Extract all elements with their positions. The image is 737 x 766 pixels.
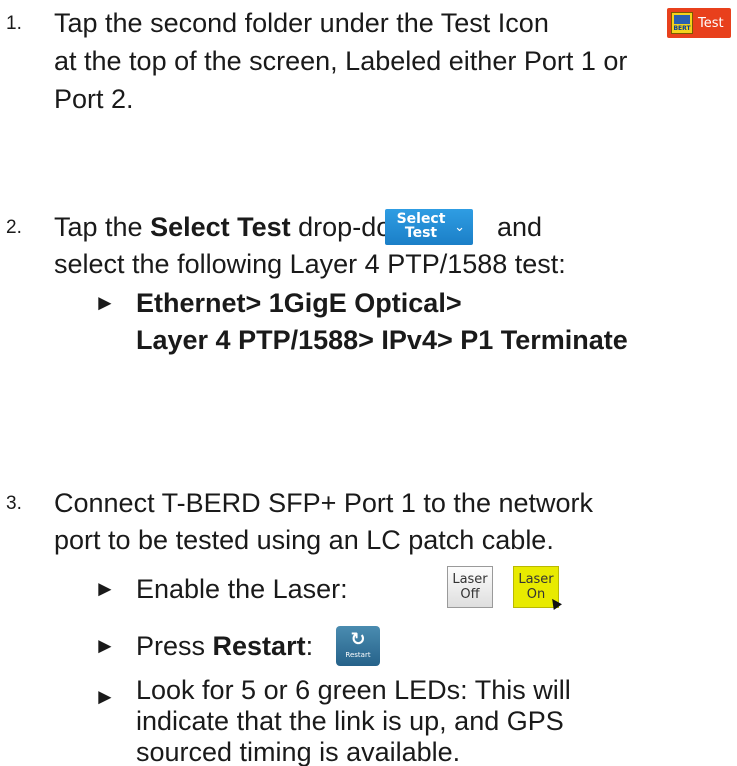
bullet-arrow-icon: ► xyxy=(94,684,116,709)
step-1-line-1: Tap the second folder under the Test Ico… xyxy=(54,8,549,38)
step-3-number: 3. xyxy=(6,493,22,514)
bullet-arrow-icon: ► xyxy=(94,576,116,601)
step-1-line-2: at the top of the screen, Labeled either… xyxy=(54,46,628,76)
press-restart-text: Press Restart: xyxy=(136,631,314,661)
step-3-line-1: Connect T-BERD SFP+ Port 1 to the networ… xyxy=(54,488,593,518)
laser-off-button[interactable]: Laser Off xyxy=(447,566,493,608)
chevron-down-icon: ⌄ xyxy=(454,220,465,235)
step-1-number: 1. xyxy=(6,13,22,34)
select-test-dropdown[interactable]: Select Test ⌄ xyxy=(385,209,473,245)
test-path-line-2: Layer 4 PTP/1588> IPv4> P1 Terminate xyxy=(136,325,628,355)
step-2-number: 2. xyxy=(6,217,22,238)
step-1-line-3: Port 2. xyxy=(54,84,134,114)
test-path-line-1: Ethernet> 1GigE Optical> xyxy=(136,288,462,318)
test-icon-label: Test xyxy=(698,15,724,31)
leds-line-3: sourced timing is available. xyxy=(136,737,461,766)
select-test-emphasis: Select Test xyxy=(150,212,291,242)
restart-icon: ↻ xyxy=(350,629,366,650)
restart-button[interactable]: ↻ Restart xyxy=(336,626,380,666)
step-2-line-2: select the following Layer 4 PTP/1588 te… xyxy=(54,249,566,279)
enable-laser-text: Enable the Laser: xyxy=(136,574,348,604)
step-2-line-1-end: and xyxy=(497,212,543,242)
leds-line-2: indicate that the link is up, and GPS xyxy=(136,706,564,736)
test-icon-button[interactable]: BERT Test xyxy=(667,8,731,38)
bert-test-icon: BERT xyxy=(671,12,693,34)
bullet-arrow-icon: ► xyxy=(94,290,116,315)
leds-line-1: Look for 5 or 6 green LEDs: This will xyxy=(136,675,571,705)
step-3-line-2: port to be tested using an LC patch cabl… xyxy=(54,525,554,555)
bullet-arrow-icon: ► xyxy=(94,633,116,658)
step-2-line-1: Tap the Select Test drop-down xyxy=(54,212,426,242)
